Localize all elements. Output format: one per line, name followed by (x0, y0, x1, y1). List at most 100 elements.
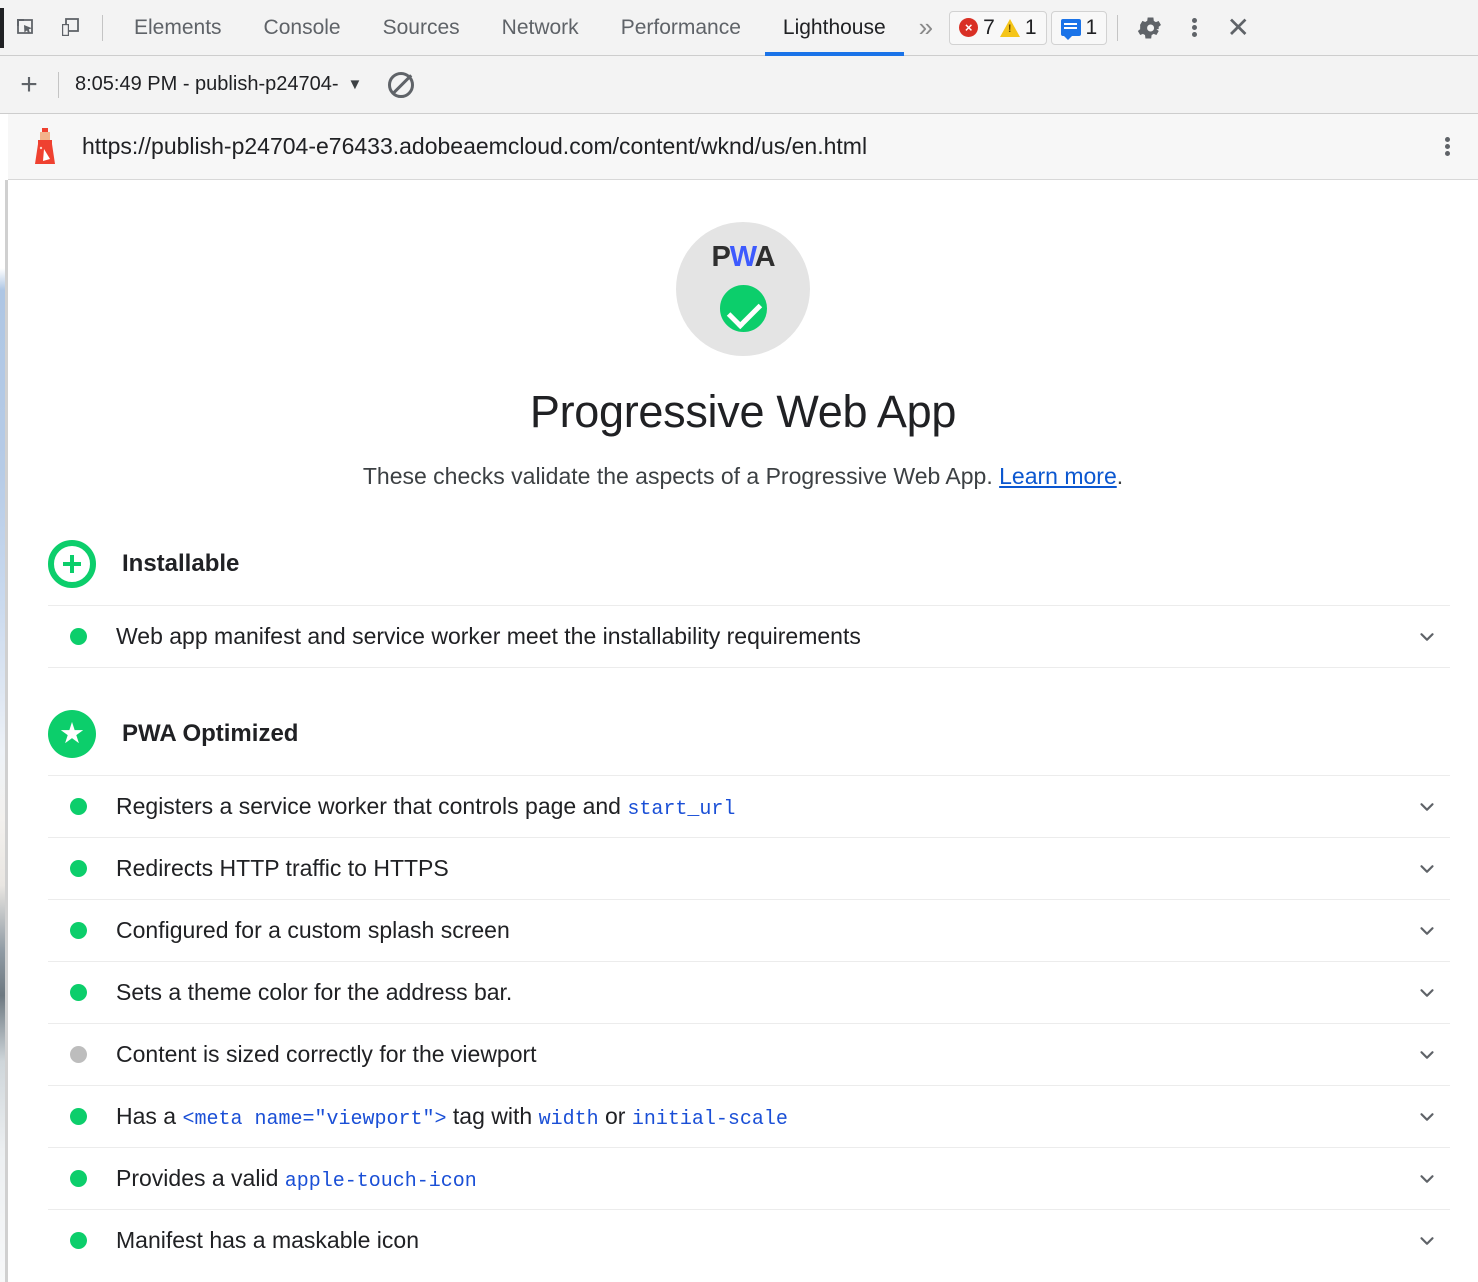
tabbar-divider-right (1117, 15, 1118, 41)
report-subtitle: These checks validate the aspects of a P… (8, 463, 1478, 490)
chevron-down-glyph (1416, 796, 1438, 818)
pwa-badge-icon: PWA (676, 222, 810, 356)
device-toolbar-glyph (58, 16, 82, 40)
kebab-menu-icon[interactable] (1172, 6, 1216, 50)
new-report-button[interactable]: + (0, 56, 58, 114)
audit-status-dot (70, 1046, 87, 1063)
chevron-down-icon[interactable] (1416, 1168, 1438, 1190)
tab-network[interactable]: Network (481, 0, 600, 56)
inspect-element-glyph (14, 16, 38, 40)
tab-performance-label: Performance (621, 16, 741, 40)
chevron-down-glyph (1416, 626, 1438, 648)
audit-title: Content is sized correctly for the viewp… (116, 1041, 537, 1068)
audit-row[interactable]: Manifest has a maskable icon (48, 1209, 1450, 1271)
chevron-down-icon[interactable] (1416, 982, 1438, 1004)
chevron-down-icon[interactable] (1416, 920, 1438, 942)
category-title-installable: Installable (122, 550, 239, 578)
audit-row[interactable]: Redirects HTTP traffic to HTTPS (48, 837, 1450, 899)
device-toolbar-icon[interactable] (48, 6, 92, 50)
audit-code-part: width (539, 1108, 599, 1131)
new-report-label: + (20, 68, 38, 102)
chevron-down-icon[interactable] (1416, 626, 1438, 648)
chevron-down-glyph (1416, 1230, 1438, 1252)
tab-sources[interactable]: Sources (362, 0, 481, 56)
audit-row[interactable]: Has a <meta name="viewport"> tag with wi… (48, 1085, 1450, 1147)
report-url-text: https://publish-p24704-e76433.adobeaemcl… (82, 133, 867, 160)
tab-elements[interactable]: Elements (113, 0, 243, 56)
gear-icon[interactable] (1128, 6, 1172, 50)
report-menu-icon[interactable] (1445, 135, 1450, 158)
audit-row[interactable]: Registers a service worker that controls… (48, 775, 1450, 837)
category-header-pwa-optimized: ★ PWA Optimized (48, 702, 1478, 766)
audit-row[interactable]: Content is sized correctly for the viewp… (48, 1023, 1450, 1085)
page-title: Progressive Web App (8, 386, 1478, 438)
audit-title: Provides a valid apple-touch-icon (116, 1165, 477, 1193)
close-icon[interactable]: ✕ (1216, 6, 1260, 50)
audit-title: Web app manifest and service worker meet… (116, 623, 861, 650)
chevron-down-glyph (1416, 1106, 1438, 1128)
messages-counter-pill[interactable]: 1 (1051, 11, 1108, 45)
audit-row[interactable]: Configured for a custom splash screen (48, 899, 1450, 961)
tabbar-divider (102, 15, 103, 41)
audit-status-dot (70, 1108, 87, 1125)
chevron-down-icon[interactable] (1416, 1230, 1438, 1252)
tab-performance[interactable]: Performance (600, 0, 762, 56)
audit-row[interactable]: Web app manifest and service worker meet… (48, 605, 1450, 667)
warning-count: 1 (1025, 16, 1037, 40)
audit-text-part: Content is sized correctly for the viewp… (116, 1041, 537, 1067)
report-subtitle-period: . (1117, 463, 1123, 489)
pwa-pass-check-icon (716, 281, 771, 336)
kebab-dot (1445, 144, 1450, 149)
audit-text-part: Redirects HTTP traffic to HTTPS (116, 855, 449, 881)
error-count: 7 (983, 16, 995, 40)
audit-code-part: apple-touch-icon (285, 1170, 477, 1193)
audit-text-part: or (599, 1103, 632, 1129)
tab-elements-label: Elements (134, 16, 222, 40)
chevron-down-icon[interactable] (1416, 796, 1438, 818)
audit-title: Has a <meta name="viewport"> tag with wi… (116, 1103, 788, 1131)
lighthouse-subtoolbar: + 8:05:49 PM - publish-p24704- ▼ (0, 56, 1478, 114)
chevron-down-icon[interactable] (1416, 1106, 1438, 1128)
audit-row[interactable]: Sets a theme color for the address bar. (48, 961, 1450, 1023)
category-header-installable: Installable (48, 532, 1478, 596)
audit-title: Manifest has a maskable icon (116, 1227, 419, 1254)
tab-overflow-icon[interactable]: » (907, 0, 945, 56)
audit-text-part: Configured for a custom splash screen (116, 917, 510, 943)
issues-counter-pill[interactable]: × 7 1 (949, 11, 1046, 45)
tab-network-label: Network (502, 16, 579, 40)
audit-status-dot (70, 860, 87, 877)
report-url-bar: https://publish-p24704-e76433.adobeaemcl… (8, 114, 1478, 180)
clear-all-icon[interactable] (388, 72, 414, 98)
pwa-letter-w: W (730, 241, 755, 273)
category-title-pwa-optimized: PWA Optimized (122, 720, 298, 748)
chevron-down-glyph (1416, 1168, 1438, 1190)
report-selector[interactable]: 8:05:49 PM - publish-p24704- ▼ (75, 73, 362, 96)
kebab-dot (1192, 18, 1197, 23)
learn-more-link[interactable]: Learn more (999, 463, 1117, 489)
message-icon (1061, 19, 1081, 36)
star-glyph: ★ (59, 720, 85, 749)
pwa-optimized-star-icon: ★ (48, 710, 96, 758)
audit-title: Configured for a custom splash screen (116, 917, 510, 944)
lighthouse-icon (30, 126, 60, 168)
tab-sources-label: Sources (383, 16, 460, 40)
tab-lighthouse[interactable]: Lighthouse (762, 0, 907, 56)
error-icon: × (959, 18, 978, 37)
audit-text-part: Provides a valid (116, 1165, 285, 1191)
audit-status-dot (70, 798, 87, 815)
audit-text-part: Web app manifest and service worker meet… (116, 623, 861, 649)
devtools-tabbar: Elements Console Sources Network Perform… (0, 0, 1478, 56)
audit-list-pwa-optimized: Registers a service worker that controls… (8, 775, 1478, 1271)
audit-status-dot (70, 984, 87, 1001)
chevron-down-icon[interactable] (1416, 858, 1438, 880)
inspect-element-icon[interactable] (4, 6, 48, 50)
audit-row[interactable]: Provides a valid apple-touch-icon (48, 1147, 1450, 1209)
tab-console[interactable]: Console (243, 0, 362, 56)
audit-text-part: Registers a service worker that controls… (116, 793, 627, 819)
chevron-down-icon[interactable] (1416, 1044, 1438, 1066)
report-subtitle-text: These checks validate the aspects of a P… (363, 463, 999, 489)
report-selector-label: 8:05:49 PM - publish-p24704- (75, 73, 339, 96)
audit-title: Sets a theme color for the address bar. (116, 979, 512, 1006)
chevron-down-glyph (1416, 858, 1438, 880)
tab-overflow-glyph: » (919, 12, 933, 43)
